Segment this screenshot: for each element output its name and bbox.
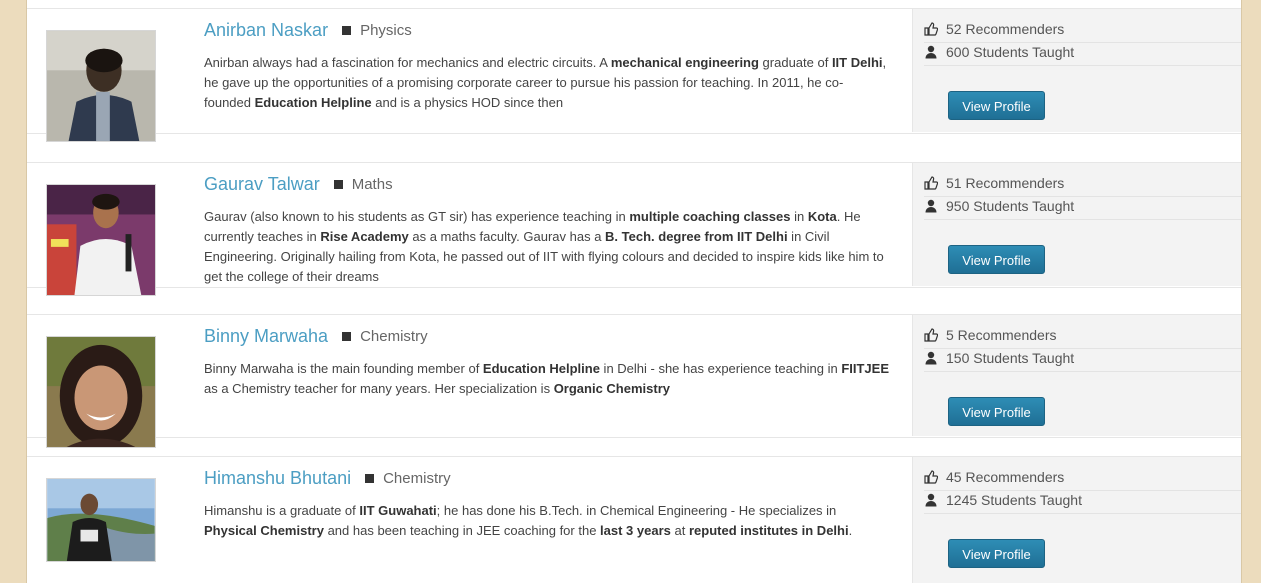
teacher-header: Gaurav Talwar Maths bbox=[204, 174, 393, 198]
separator-square bbox=[333, 180, 343, 189]
bio-text: . bbox=[848, 523, 853, 538]
bio-highlight: Organic Chemistry bbox=[553, 381, 671, 396]
teacher-name[interactable]: Himanshu Bhutani bbox=[204, 468, 351, 488]
thumbs-up-icon bbox=[924, 470, 938, 484]
bio-text: in Delhi - she has experience teaching i… bbox=[599, 361, 842, 376]
teacher-bio: Gaurav (also known to his students as GT… bbox=[204, 207, 889, 287]
students-count: 150 Students Taught bbox=[946, 350, 1075, 366]
teacher-stats-panel: 45 Recommenders 1245 Students Taught Vie… bbox=[912, 457, 1241, 583]
bio-highlight: Education Helpline bbox=[482, 361, 600, 376]
students-count: 600 Students Taught bbox=[946, 44, 1075, 60]
recommenders-stat: 52 Recommenders bbox=[924, 21, 1241, 43]
bio-highlight: Education Helpline bbox=[254, 95, 372, 110]
bio-text: Anirban always had a fascination for mec… bbox=[204, 55, 611, 70]
view-profile-button[interactable]: View Profile bbox=[948, 245, 1045, 274]
bio-highlight: FIITJEE bbox=[841, 361, 889, 376]
teacher-name[interactable]: Binny Marwaha bbox=[204, 326, 328, 346]
teacher-photo bbox=[46, 478, 156, 562]
teacher-card: Himanshu Bhutani Chemistry Himanshu is a … bbox=[27, 456, 1241, 583]
bio-text: in bbox=[790, 209, 808, 224]
recommenders-stat: 5 Recommenders bbox=[924, 327, 1241, 349]
user-icon bbox=[924, 351, 938, 365]
recommenders-stat: 51 Recommenders bbox=[924, 175, 1241, 197]
teacher-photo bbox=[46, 184, 156, 296]
bio-text: Binny Marwaha is the main founding membe… bbox=[204, 361, 483, 376]
students-stat: 150 Students Taught bbox=[924, 350, 1241, 372]
teacher-stats-panel: 52 Recommenders 600 Students Taught View… bbox=[912, 9, 1241, 132]
students-count: 1245 Students Taught bbox=[946, 492, 1082, 508]
bio-highlight: reputed institutes in Delhi bbox=[688, 523, 849, 538]
bio-text: ; he has done his B.Tech. in Chemical En… bbox=[436, 503, 837, 518]
teacher-name[interactable]: Gaurav Talwar bbox=[204, 174, 320, 194]
thumbs-up-icon bbox=[924, 176, 938, 190]
bio-text: Himanshu is a graduate of bbox=[204, 503, 360, 518]
view-profile-button[interactable]: View Profile bbox=[948, 397, 1045, 426]
recommenders-count: 51 Recommenders bbox=[946, 175, 1065, 191]
teacher-photo-image bbox=[47, 31, 155, 141]
bio-text: Gaurav (also known to his students as GT… bbox=[204, 209, 630, 224]
bio-highlight: mechanical engineering bbox=[610, 55, 759, 70]
teacher-stats-panel: 51 Recommenders 950 Students Taught View… bbox=[912, 163, 1241, 286]
recommenders-count: 5 Recommenders bbox=[946, 327, 1057, 343]
teacher-subject: Chemistry bbox=[360, 328, 428, 345]
separator-square bbox=[342, 332, 352, 341]
bio-highlight: multiple coaching classes bbox=[629, 209, 791, 224]
teacher-header: Anirban Naskar Physics bbox=[204, 20, 412, 44]
teacher-header: Himanshu Bhutani Chemistry bbox=[204, 468, 451, 492]
bio-highlight: Kota bbox=[807, 209, 837, 224]
students-stat: 600 Students Taught bbox=[924, 44, 1241, 66]
recommenders-count: 52 Recommenders bbox=[946, 21, 1065, 37]
thumbs-up-icon bbox=[924, 328, 938, 342]
teacher-header: Binny Marwaha Chemistry bbox=[204, 326, 428, 350]
bio-text: and has been teaching in JEE coaching fo… bbox=[323, 523, 601, 538]
bio-text: and is a physics HOD since then bbox=[371, 95, 564, 110]
teacher-list: Anirban Naskar Physics Anirban always had… bbox=[26, 0, 1242, 583]
teacher-photo-image bbox=[47, 185, 155, 295]
bio-highlight: last 3 years bbox=[600, 523, 671, 538]
teacher-subject: Maths bbox=[351, 176, 393, 193]
recommenders-stat: 45 Recommenders bbox=[924, 469, 1241, 491]
bio-highlight: B. Tech. degree from IIT Delhi bbox=[605, 229, 788, 244]
user-icon bbox=[924, 199, 938, 213]
teacher-name[interactable]: Anirban Naskar bbox=[204, 20, 328, 40]
teacher-bio: Anirban always had a fascination for mec… bbox=[204, 53, 889, 113]
user-icon bbox=[924, 493, 938, 507]
teacher-subject: Physics bbox=[360, 22, 412, 39]
teacher-photo bbox=[46, 336, 156, 448]
teacher-stats-panel: 5 Recommenders 150 Students Taught View … bbox=[912, 315, 1241, 436]
teacher-bio: Himanshu is a graduate of IIT Guwahati; … bbox=[204, 501, 889, 541]
students-stat: 1245 Students Taught bbox=[924, 492, 1241, 514]
students-count: 950 Students Taught bbox=[946, 198, 1075, 214]
bio-highlight: IIT Guwahati bbox=[359, 503, 437, 518]
bio-highlight: IIT Delhi bbox=[831, 55, 883, 70]
view-profile-button[interactable]: View Profile bbox=[948, 539, 1045, 568]
separator-square bbox=[365, 474, 375, 483]
bio-text: at bbox=[670, 523, 689, 538]
user-icon bbox=[924, 45, 938, 59]
bio-highlight: Rise Academy bbox=[320, 229, 409, 244]
teacher-bio: Binny Marwaha is the main founding membe… bbox=[204, 359, 889, 399]
bio-highlight: Physical Chemistry bbox=[204, 523, 324, 538]
teacher-photo bbox=[46, 30, 156, 142]
teacher-card: Anirban Naskar Physics Anirban always had… bbox=[27, 8, 1241, 142]
students-stat: 950 Students Taught bbox=[924, 198, 1241, 220]
separator-square bbox=[342, 26, 352, 35]
thumbs-up-icon bbox=[924, 22, 938, 36]
teacher-subject: Chemistry bbox=[383, 470, 451, 487]
bio-text: graduate of bbox=[758, 55, 832, 70]
bio-text: as a maths faculty. Gaurav has a bbox=[408, 229, 606, 244]
bio-text: as a Chemistry teacher for many years. H… bbox=[204, 381, 554, 396]
recommenders-count: 45 Recommenders bbox=[946, 469, 1065, 485]
teacher-card: Binny Marwaha Chemistry Binny Marwaha is … bbox=[27, 314, 1241, 448]
teacher-card: Gaurav Talwar Maths Gaurav (also known to… bbox=[27, 162, 1241, 296]
view-profile-button[interactable]: View Profile bbox=[948, 91, 1045, 120]
teacher-photo-image bbox=[47, 479, 155, 561]
teacher-photo-image bbox=[47, 337, 155, 447]
